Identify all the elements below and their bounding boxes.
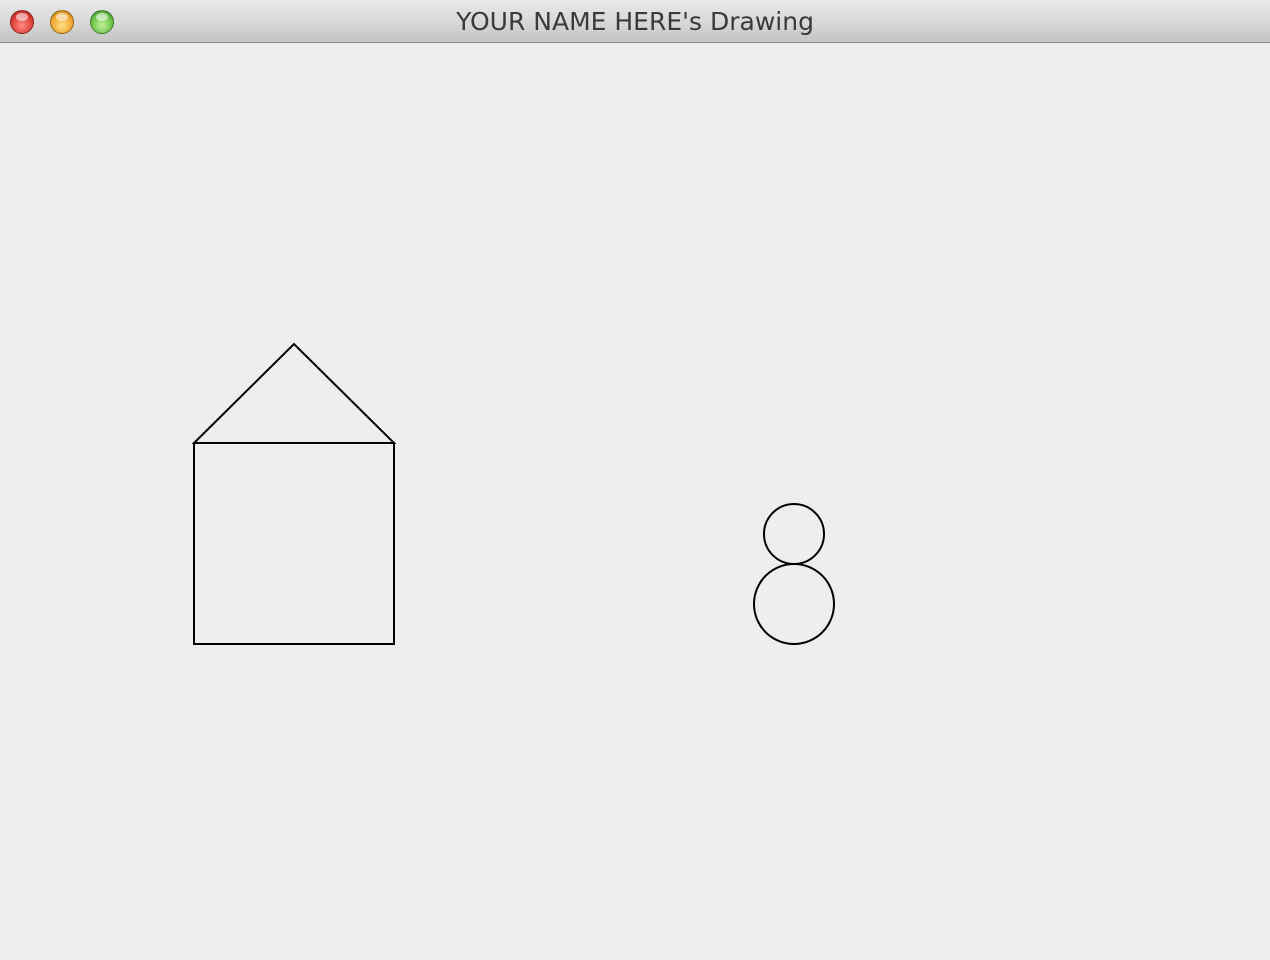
window-title: YOUR NAME HERE's Drawing: [456, 7, 814, 36]
snowman-body-circle: [753, 563, 835, 645]
snowman-head-circle: [763, 503, 825, 565]
drawing-canvas: [191, 342, 835, 645]
title-bar[interactable]: YOUR NAME HERE's Drawing: [0, 0, 1270, 43]
house-roof-triangle: [191, 342, 397, 444]
house-body-square: [193, 442, 395, 645]
drawing-window: YOUR NAME HERE's Drawing: [0, 0, 1270, 960]
